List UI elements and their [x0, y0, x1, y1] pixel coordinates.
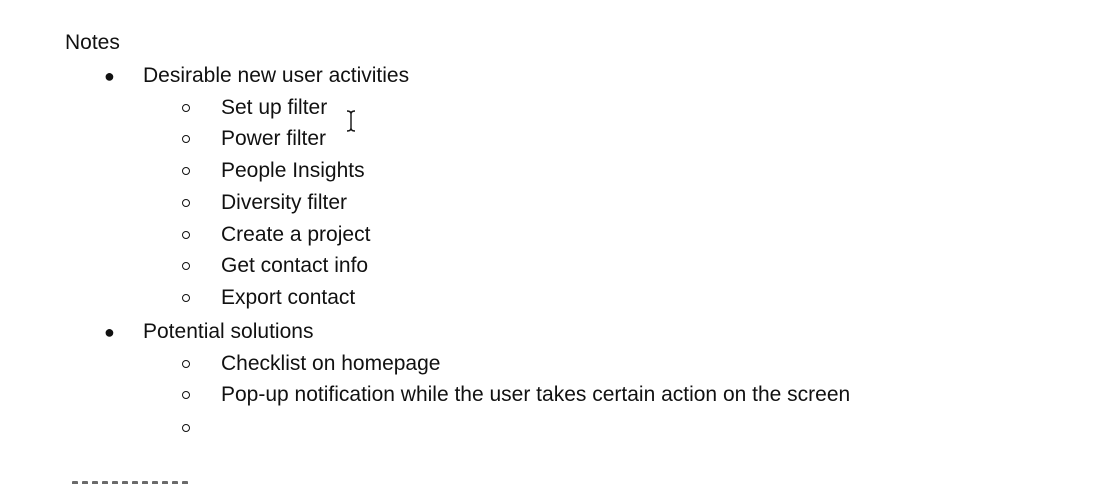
filled-bullet-icon: ● — [104, 322, 115, 342]
bullet-label: Desirable new user activities — [143, 64, 410, 87]
sub-bullet-label: Create a project — [221, 223, 371, 246]
sub-bullet-label: Power filter — [221, 127, 327, 150]
sub-bullet-label: Set up filter — [221, 96, 328, 119]
hollow-bullet-icon — [182, 199, 190, 207]
hollow-bullet-icon — [182, 135, 190, 143]
notes-heading: Notes — [65, 31, 120, 54]
sub-bullet-label: Pop-up notification while the user takes… — [221, 383, 851, 406]
filled-bullet-icon: ● — [104, 66, 115, 86]
hollow-bullet-icon — [182, 262, 190, 270]
hollow-bullet-icon — [182, 360, 190, 368]
cut-off-text-fragment — [72, 476, 202, 484]
text-ibeam-cursor-icon — [346, 110, 356, 132]
hollow-bullet-icon — [182, 167, 190, 175]
hollow-bullet-icon — [182, 391, 190, 399]
hollow-bullet-icon — [182, 294, 190, 302]
sub-bullet-label: Get contact info — [221, 254, 369, 277]
hollow-bullet-icon — [182, 104, 190, 112]
bullet-label: Potential solutions — [143, 320, 314, 343]
sub-bullet-label: Diversity filter — [221, 191, 348, 214]
document-page[interactable]: Notes ● Desirable new user activities Se… — [0, 0, 1111, 484]
sub-bullet-label: People Insights — [221, 159, 365, 182]
sub-bullet-label: Export contact — [221, 286, 356, 309]
hollow-bullet-icon — [182, 424, 190, 432]
hollow-bullet-icon — [182, 231, 190, 239]
sub-bullet-label: Checklist on homepage — [221, 352, 441, 375]
